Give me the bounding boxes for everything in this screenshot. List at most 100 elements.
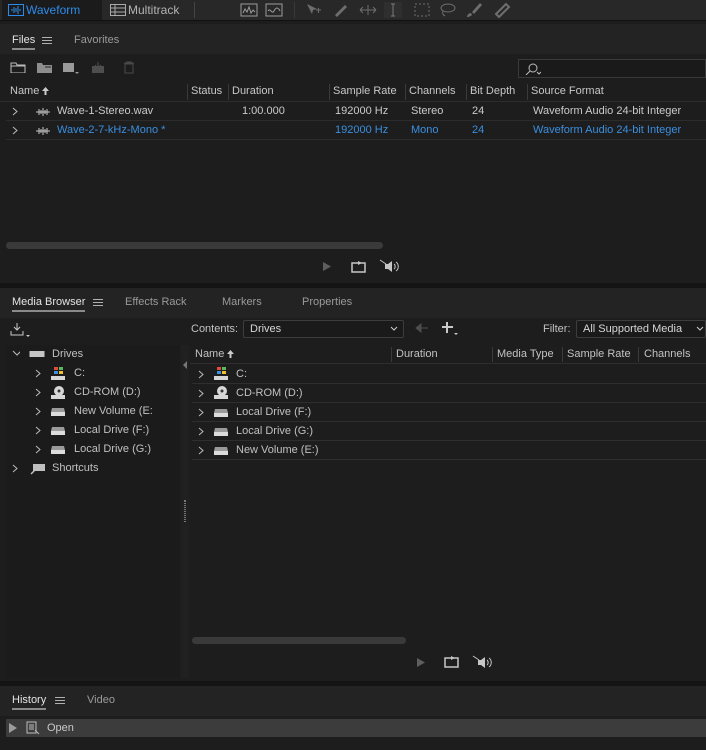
autoplay-volume-icon[interactable] <box>379 259 401 274</box>
column-header-source-format[interactable]: Source Format <box>531 85 604 97</box>
column-header-name[interactable]: Name <box>10 85 39 97</box>
import-file-icon[interactable] <box>36 61 54 73</box>
spectral-pitch-icon[interactable] <box>265 2 283 18</box>
media-column-header-media-type[interactable]: Media Type <box>497 348 554 360</box>
expand-chevron-icon[interactable] <box>35 407 43 417</box>
media-list-row[interactable]: Local Drive (F:) <box>192 403 706 422</box>
media-list-row[interactable]: Local Drive (G:) <box>192 422 706 441</box>
expand-chevron-icon[interactable] <box>198 408 204 417</box>
tree-item-drive[interactable]: Local Drive (G:) <box>10 441 180 459</box>
column-header-sample-rate[interactable]: Sample Rate <box>333 85 397 97</box>
media-row-name: CD-ROM (D:) <box>236 387 303 399</box>
new-file-icon[interactable] <box>62 61 80 75</box>
slip-tool-icon[interactable] <box>359 2 377 18</box>
tab-history[interactable]: History <box>12 694 47 710</box>
history-panel-menu-icon[interactable] <box>55 697 65 705</box>
column-header-duration[interactable]: Duration <box>232 85 274 97</box>
move-tool-icon[interactable] <box>304 2 322 18</box>
column-header-channels[interactable]: Channels <box>409 85 455 97</box>
back-arrow-icon[interactable] <box>415 323 429 333</box>
files-search-input[interactable] <box>518 59 706 78</box>
media-column-header-sample-rate[interactable]: Sample Rate <box>567 348 631 360</box>
file-row-selected[interactable]: Wave-2-7-kHz-Mono * 192000 Hz Mono 24 Wa… <box>6 121 706 140</box>
razor-tool-icon[interactable] <box>332 2 350 18</box>
tree-item-drive[interactable]: C: <box>10 365 180 383</box>
expand-chevron-icon[interactable] <box>35 388 43 398</box>
column-divider[interactable] <box>405 84 406 100</box>
column-divider[interactable] <box>391 347 392 362</box>
lasso-selection-icon[interactable] <box>438 2 456 18</box>
splitter-grip[interactable] <box>184 500 186 522</box>
loop-preview-icon[interactable] <box>444 655 460 668</box>
column-divider[interactable] <box>187 84 188 100</box>
tab-files[interactable]: Files <box>12 34 36 50</box>
insert-into-multitrack-icon[interactable] <box>91 61 109 75</box>
marquee-selection-icon[interactable] <box>413 2 431 18</box>
column-divider[interactable] <box>228 84 229 100</box>
play-preview-icon[interactable] <box>416 657 426 668</box>
expand-chevron-icon[interactable] <box>198 389 204 398</box>
add-shortcut-icon[interactable] <box>441 321 459 336</box>
toolbar-divider <box>194 2 195 18</box>
expand-chevron-icon[interactable] <box>198 370 204 379</box>
filter-dropdown[interactable]: All Supported Media <box>576 320 706 338</box>
column-divider[interactable] <box>562 347 563 362</box>
media-list-row[interactable]: CD-ROM (D:) <box>192 384 706 403</box>
tab-video[interactable]: Video <box>87 694 115 706</box>
expand-chevron-icon[interactable] <box>12 464 20 474</box>
column-header-bit-depth[interactable]: Bit Depth <box>470 85 515 97</box>
tree-item-drives[interactable]: Drives <box>10 346 180 364</box>
brush-selection-icon[interactable] <box>465 2 483 18</box>
column-divider[interactable] <box>329 84 330 100</box>
autoplay-volume-icon[interactable] <box>472 655 494 670</box>
hard-drive-icon <box>214 428 228 436</box>
time-selection-icon[interactable] <box>384 2 402 18</box>
column-divider[interactable] <box>527 84 528 100</box>
column-divider[interactable] <box>492 347 493 362</box>
collapse-arrow-icon[interactable] <box>183 361 187 369</box>
spot-healing-icon[interactable] <box>493 2 511 18</box>
media-column-header-channels[interactable]: Channels <box>644 348 690 360</box>
pane-splitter[interactable] <box>181 345 189 678</box>
expand-chevron-icon[interactable] <box>12 126 18 135</box>
expand-chevron-icon[interactable] <box>35 369 43 379</box>
tab-effects-rack[interactable]: Effects Rack <box>125 296 187 308</box>
expand-chevron-icon[interactable] <box>35 445 43 455</box>
tab-properties[interactable]: Properties <box>302 296 352 308</box>
close-file-icon[interactable] <box>123 61 135 74</box>
tree-item-drive[interactable]: Local Drive (F:) <box>10 422 180 440</box>
loop-preview-icon[interactable] <box>351 260 367 273</box>
history-state-marker-icon <box>9 723 17 733</box>
tree-item-drive[interactable]: New Volume (E: <box>10 403 180 421</box>
multitrack-mode-button[interactable]: Multitrack <box>104 0 190 20</box>
play-preview-icon[interactable] <box>322 261 332 272</box>
expand-chevron-icon[interactable] <box>198 446 204 455</box>
column-divider[interactable] <box>638 347 639 362</box>
files-panel-menu-icon[interactable] <box>42 37 52 45</box>
tree-item-shortcuts[interactable]: Shortcuts <box>10 460 180 478</box>
media-panel-menu-icon[interactable] <box>93 299 103 307</box>
chevron-down-icon[interactable] <box>12 350 20 360</box>
media-horizontal-scrollbar[interactable] <box>192 637 406 644</box>
media-list-row[interactable]: C: <box>192 365 706 384</box>
expand-chevron-icon[interactable] <box>198 427 204 436</box>
tab-favorites[interactable]: Favorites <box>74 34 119 46</box>
tab-media-browser[interactable]: Media Browser <box>12 296 86 312</box>
spectral-frequency-icon[interactable] <box>240 2 258 18</box>
expand-chevron-icon[interactable] <box>12 107 18 116</box>
tab-markers[interactable]: Markers <box>222 296 262 308</box>
waveform-mode-button[interactable]: Waveform <box>2 0 102 20</box>
files-horizontal-scrollbar[interactable] <box>6 242 383 249</box>
tree-item-drive[interactable]: CD-ROM (D:) <box>10 384 180 402</box>
expand-chevron-icon[interactable] <box>35 426 43 436</box>
history-item[interactable]: Open <box>6 719 706 737</box>
open-file-icon[interactable] <box>10 61 26 73</box>
file-row[interactable]: Wave-1-Stereo.wav 1:00.000 192000 Hz Ste… <box>6 102 706 121</box>
contents-dropdown[interactable]: Drives <box>243 320 404 338</box>
media-column-header-duration[interactable]: Duration <box>396 348 438 360</box>
column-divider[interactable] <box>466 84 467 100</box>
media-list-row[interactable]: New Volume (E:) <box>192 441 706 460</box>
import-shortcut-icon[interactable] <box>10 322 32 338</box>
media-column-header-name[interactable]: Name <box>195 348 224 360</box>
column-header-status[interactable]: Status <box>191 85 222 97</box>
